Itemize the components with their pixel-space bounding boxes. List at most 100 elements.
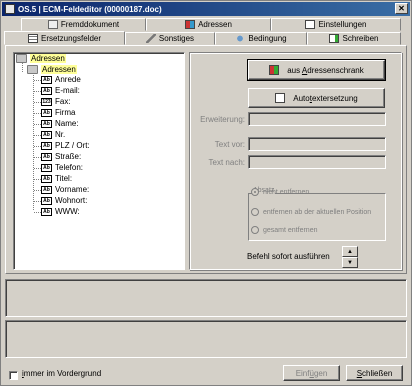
tab-einstellungen[interactable]: Einstellungen (271, 18, 401, 31)
autotextersetzung-button[interactable]: Autotextersetzung (248, 88, 385, 108)
text-nach-input[interactable] (248, 155, 386, 169)
radio-nicht-entfernen[interactable]: nicht entfernen (251, 188, 309, 196)
tab-fremddokument[interactable]: Fremddokument (21, 18, 146, 31)
window-title: OS.5 | ECM-Feldeditor (00000187.doc) (18, 4, 162, 14)
text-field-icon: Ab (41, 130, 52, 139)
preview-box-bottom (5, 320, 407, 358)
tree-field-name[interactable]: Ab Name: (41, 119, 79, 128)
up-arrow-icon[interactable]: ▲ (342, 246, 358, 257)
order-spinner[interactable]: ▲ ▼ (342, 246, 358, 270)
tree-field-plz-ort[interactable]: Ab PLZ / Ort: (41, 141, 90, 150)
tree-field-label: E-mail: (55, 86, 80, 95)
text-field-icon: Ab (41, 207, 52, 216)
schliessen-button[interactable]: Schließen (346, 365, 403, 381)
button-label: Autotextersetzung (293, 93, 358, 103)
adressenschrank-button[interactable]: aus Adressenschrank (247, 59, 386, 81)
text-field-icon: Ab (41, 196, 52, 205)
erweiterung-input[interactable] (248, 112, 386, 126)
tab-label: Fremddokument (60, 20, 120, 29)
tree-branch (34, 201, 41, 202)
tree-field-label: Telefon: (55, 163, 84, 172)
text-field-icon: Ab (41, 86, 52, 95)
folder-icon (16, 54, 27, 63)
address-book-icon (269, 65, 280, 75)
tab-label: Bedingung (248, 34, 287, 43)
tree-branch (34, 179, 41, 180)
tree-field-label: Nr. (55, 130, 66, 139)
tree-field-label: Anrede (55, 75, 81, 84)
tree-field-label: Straße: (55, 152, 82, 161)
app-icon (5, 4, 15, 14)
tree-node-label: Adressen (41, 65, 77, 74)
tree-branch (34, 80, 41, 81)
text-vor-input[interactable] (248, 137, 386, 151)
text-field-icon: Ab (41, 108, 52, 117)
text-field-icon: Ab (41, 185, 52, 194)
tree-branch (34, 212, 41, 213)
tree-field-fax[interactable]: 123 Fax: (41, 97, 71, 106)
tree-field-vorname[interactable]: Ab Vorname: (41, 185, 89, 194)
tree-branch (34, 190, 41, 191)
always-on-top-checkbox[interactable] (9, 371, 18, 380)
text-field-icon: Ab (41, 152, 52, 161)
tree-field-wohnort[interactable]: Ab Wohnort: (41, 196, 87, 205)
editor-window: OS.5 | ECM-Feldeditor (00000187.doc) ✕ F… (0, 0, 412, 386)
tree-field-nr[interactable]: Ab Nr. (41, 130, 65, 139)
always-on-top-label: immer im Vordergrund (22, 369, 102, 378)
erweiterung-label: Erweiterung: (200, 115, 245, 124)
down-arrow-icon[interactable]: ▼ (342, 257, 358, 268)
text-field-icon: Ab (41, 174, 52, 183)
tree-field-strasse[interactable]: Ab Straße: (41, 152, 81, 161)
settings-icon (305, 20, 316, 29)
close-button[interactable]: ✕ (395, 3, 408, 14)
tab-label: Adressen (198, 20, 232, 29)
folder-icon (27, 65, 38, 74)
button-label: Schließen (356, 368, 393, 378)
tree-field-firma[interactable]: Ab Firma (41, 108, 75, 117)
radio-label: gesamt entfernen (263, 226, 318, 234)
tab-adressen[interactable]: Adressen (146, 18, 271, 31)
write-icon (329, 34, 340, 43)
radio-gesamt-entfernen[interactable]: gesamt entfernen (251, 226, 317, 234)
tree-node-label: Adressen (30, 54, 66, 63)
tree-branch (34, 157, 41, 158)
tab-ersetzungsfelder[interactable]: Ersetzungsfelder (4, 31, 125, 45)
tree-field-label: Name: (55, 119, 79, 128)
tab-bedingung[interactable]: Bedingung (215, 32, 307, 45)
tab-label: Einstellungen (318, 20, 367, 29)
tree-field-label: Vorname: (55, 185, 90, 194)
tree-branch (34, 113, 41, 114)
text-field-icon: Ab (41, 163, 52, 172)
tree-branch (34, 168, 41, 169)
tree-field-telefon[interactable]: Ab Telefon: (41, 163, 83, 172)
tree-field-email[interactable]: Ab E-mail: (41, 86, 80, 95)
tree-group-adressen[interactable]: Adressen (27, 65, 77, 74)
befehl-label: Befehl sofort ausführen (247, 252, 330, 261)
tree-field-titel[interactable]: Ab Titel: (41, 174, 72, 183)
button-label: Einfügen (295, 368, 328, 378)
text-vor-label: Text vor: (214, 140, 245, 149)
title-bar[interactable]: OS.5 | ECM-Feldeditor (00000187.doc) ✕ (2, 2, 410, 16)
field-tree[interactable]: Adressen Adressen Ab Anrede Ab E-mail: 1… (13, 52, 185, 270)
radio-button (251, 226, 259, 234)
tree-field-www[interactable]: Ab WWW: (41, 207, 80, 216)
text-field-icon: Ab (41, 119, 52, 128)
tree-root-adressen[interactable]: Adressen (16, 54, 66, 63)
tab-label: Schreiben (342, 34, 379, 43)
tree-field-label: WWW: (55, 207, 80, 216)
tab-schreiben[interactable]: Schreiben (307, 32, 401, 45)
tab-sonstiges[interactable]: Sonstiges (125, 32, 215, 45)
tree-field-label: Firma (55, 108, 76, 117)
wrench-icon (145, 34, 156, 43)
radio-entfernen-ab-position[interactable]: entfernen ab der aktuellen Position (251, 208, 371, 216)
tree-field-anrede[interactable]: Ab Anrede (41, 75, 81, 84)
tab-label: Sonstiges (158, 34, 195, 43)
preview-box-top (5, 279, 407, 317)
tree-branch (34, 124, 41, 125)
document-icon (275, 93, 286, 103)
text-nach-label: Text nach: (208, 158, 245, 167)
einfuegen-button[interactable]: Einfügen (283, 365, 340, 381)
grid-icon (27, 33, 38, 43)
text-field-icon: Ab (41, 75, 52, 84)
tree-branch (34, 91, 41, 92)
